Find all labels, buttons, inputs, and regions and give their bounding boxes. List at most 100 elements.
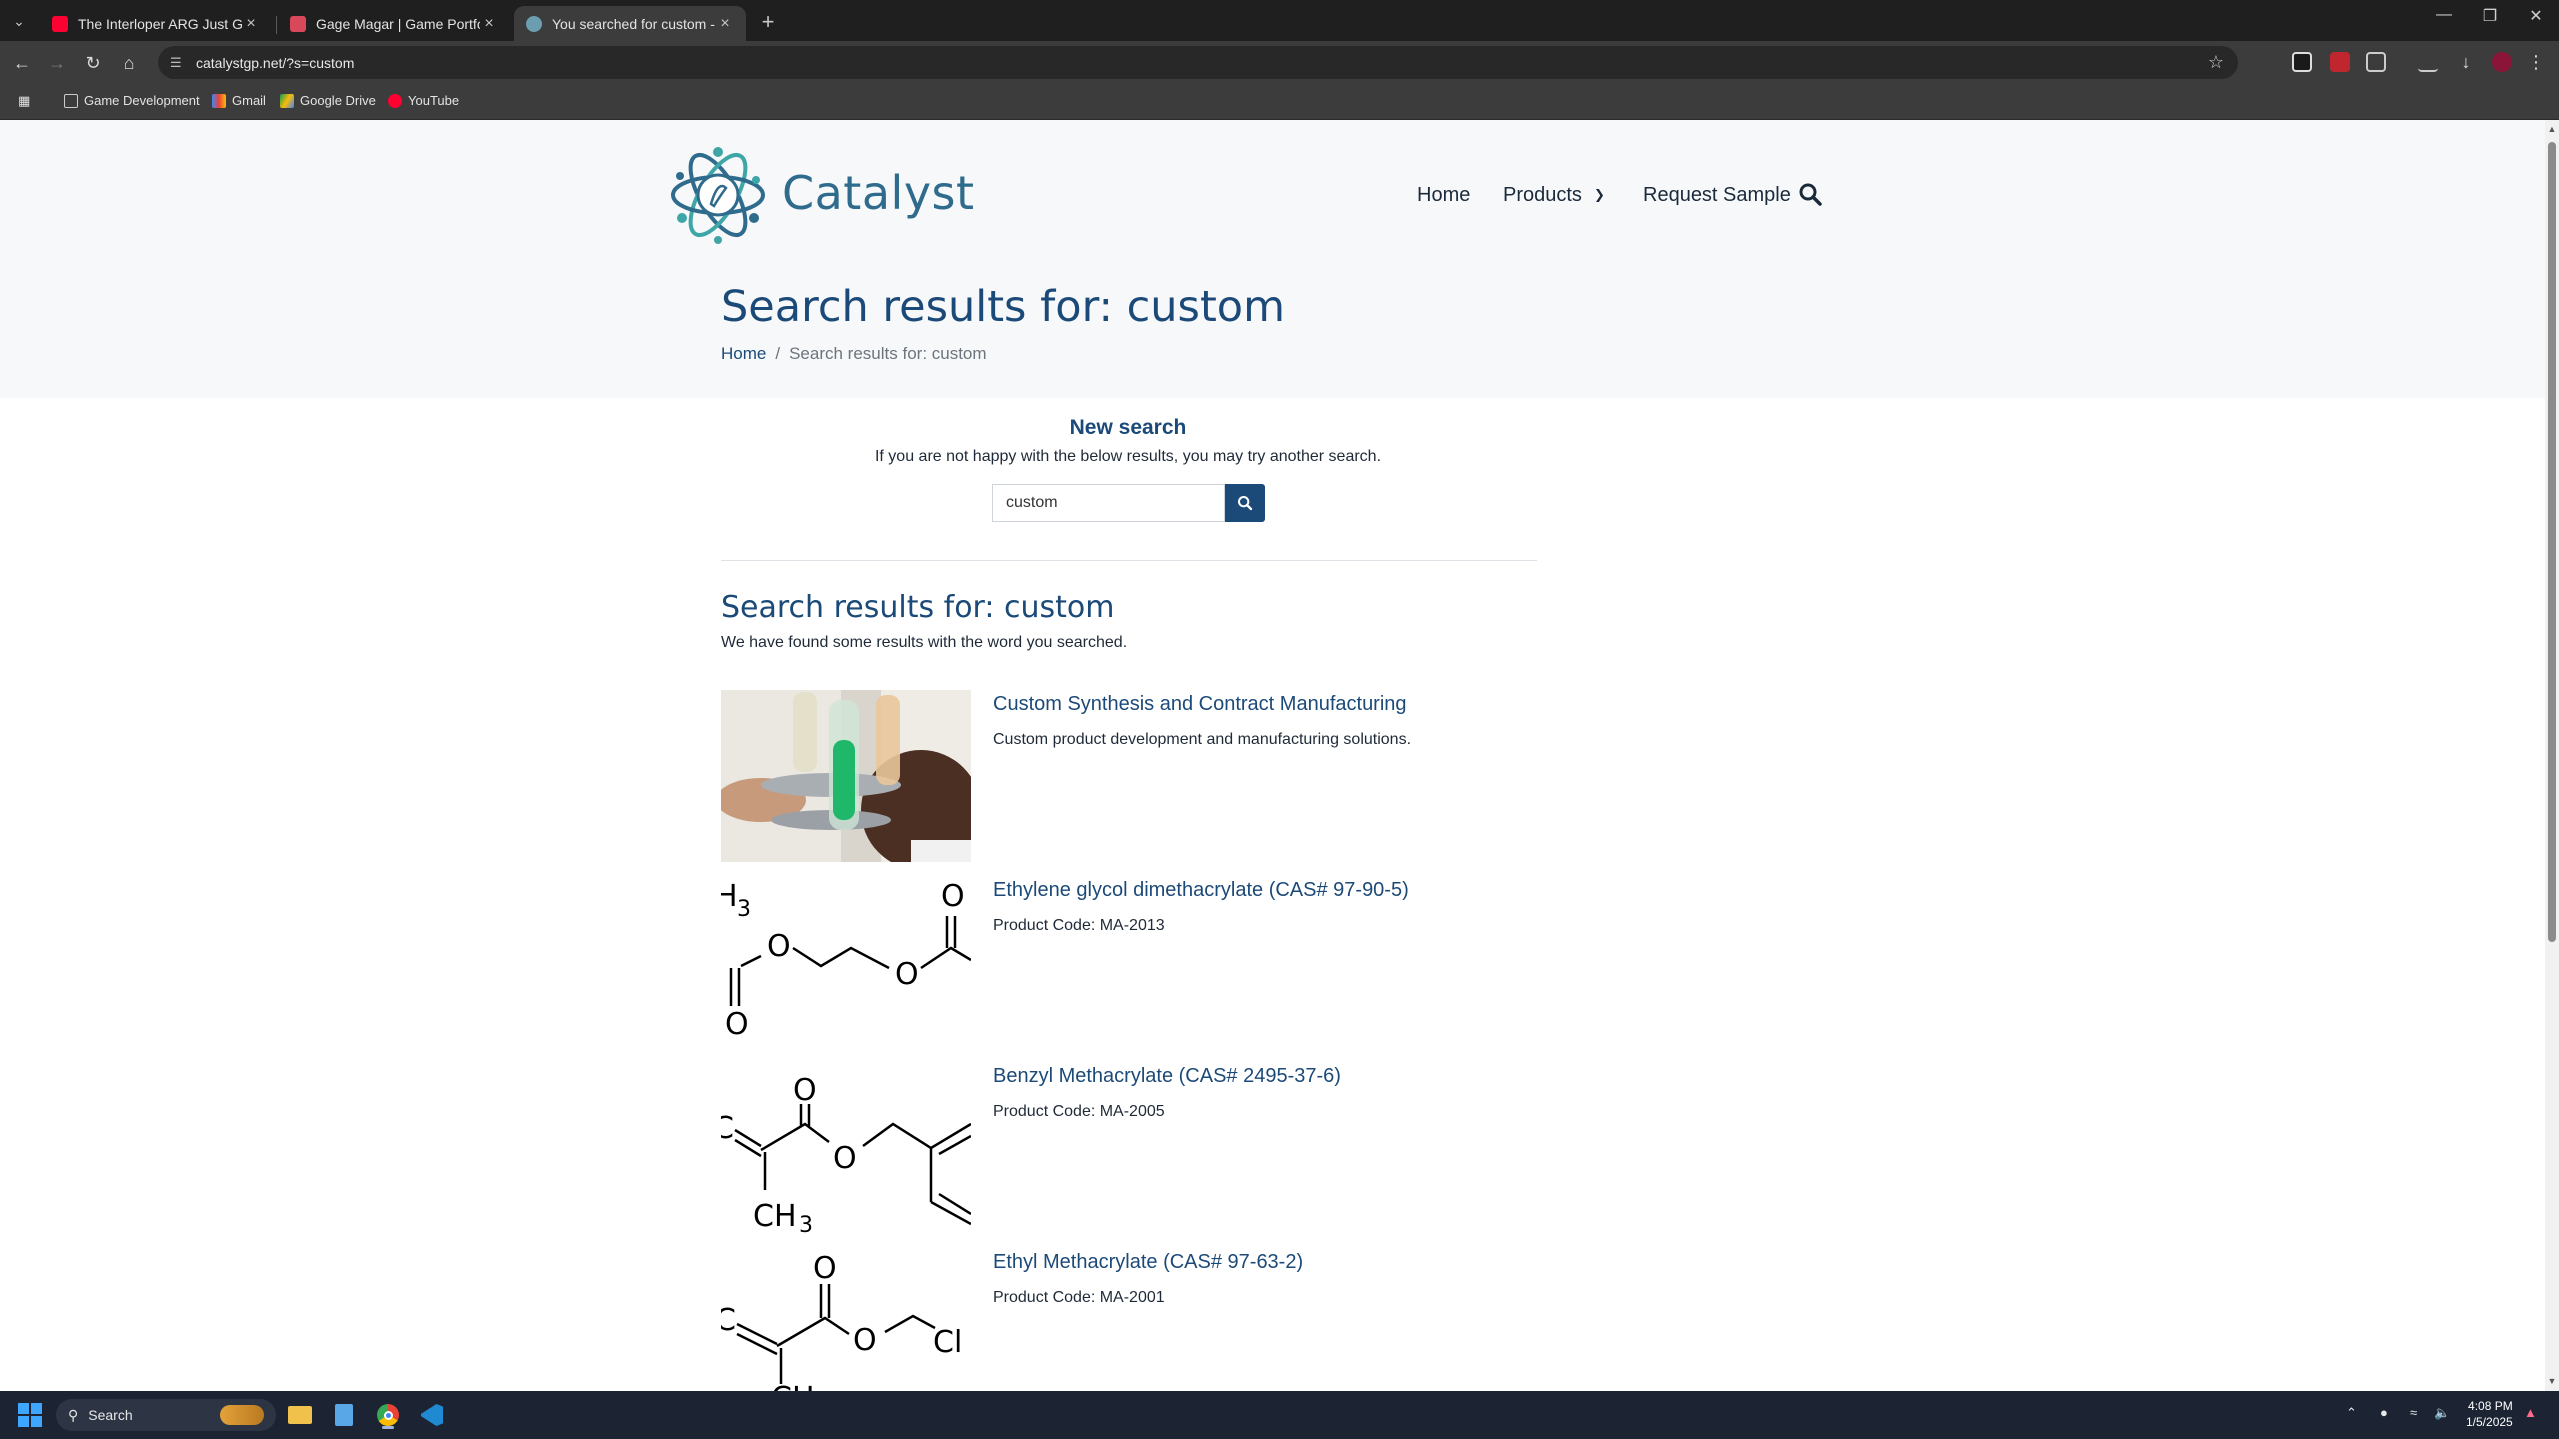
nav-home[interactable]: Home bbox=[1417, 184, 1470, 207]
forward-icon[interactable]: → bbox=[45, 51, 69, 75]
svg-text:CH: CH bbox=[771, 1381, 815, 1391]
youtube-favicon-icon bbox=[52, 15, 68, 32]
scroll-down-icon[interactable]: ▼ bbox=[2547, 1376, 2557, 1386]
result-title-link[interactable]: Ethyl Methacrylate (CAS# 97-63-2) bbox=[993, 1251, 1303, 1274]
logo-text[interactable]: Catalyst bbox=[782, 166, 975, 220]
result-title-link[interactable]: Custom Synthesis and Contract Manufactur… bbox=[993, 693, 1407, 716]
gmail-icon bbox=[212, 93, 226, 108]
wifi-icon[interactable]: ≈ bbox=[2410, 1405, 2417, 1420]
svg-text:O: O bbox=[793, 1073, 817, 1108]
result-description: Product Code: MA-2005 bbox=[993, 1103, 1165, 1120]
result-thumbnail-structure[interactable]: C O O CH 3 bbox=[721, 1062, 971, 1234]
svg-text:O: O bbox=[813, 1251, 837, 1286]
result-title-link[interactable]: Benzyl Methacrylate (CAS# 2495-37-6) bbox=[993, 1065, 1341, 1088]
address-bar-url[interactable]: catalystgp.net/?s=custom bbox=[196, 55, 354, 71]
extension-red-icon[interactable] bbox=[2330, 52, 2350, 72]
results-title: Search results for: custom bbox=[721, 590, 1115, 625]
close-tab-icon[interactable]: × bbox=[242, 15, 260, 33]
media-control-icon[interactable] bbox=[2418, 52, 2438, 72]
tab-search-icon[interactable]: ⌄ bbox=[8, 10, 30, 32]
search-submit-button[interactable] bbox=[1225, 484, 1265, 522]
search-input[interactable]: custom bbox=[992, 484, 1225, 522]
home-icon[interactable]: ⌂ bbox=[117, 51, 141, 75]
tab-title: You searched for custom - Cata... bbox=[552, 15, 716, 32]
youtube-icon bbox=[388, 93, 402, 108]
results-subtitle: We have found some results with the word… bbox=[721, 634, 1128, 651]
scroll-up-icon[interactable]: ▲ bbox=[2547, 124, 2557, 134]
svg-text:O: O bbox=[833, 1141, 857, 1176]
bookmark-label: Gmail bbox=[232, 93, 266, 108]
result-description: Product Code: MA-2001 bbox=[993, 1289, 1165, 1306]
breadcrumb-current: Search results for: custom bbox=[789, 344, 987, 363]
result-title-link[interactable]: Ethylene glycol dimethacrylate (CAS# 97-… bbox=[993, 879, 1409, 902]
search-icon bbox=[1238, 496, 1253, 511]
search-highlight-icon bbox=[220, 1405, 264, 1425]
profile-avatar-icon[interactable] bbox=[2492, 52, 2512, 72]
result-thumbnail-structure[interactable]: H3 O O O O bbox=[721, 876, 971, 1048]
windows-taskbar: ⚲ Search ⌃ ● ≈ 🔈 4:08 PM 1/5/2025 ▲ bbox=[0, 1391, 2559, 1439]
reload-icon[interactable]: ↻ bbox=[81, 51, 105, 75]
scrollbar-thumb[interactable] bbox=[2548, 142, 2556, 942]
close-tab-icon[interactable]: × bbox=[480, 15, 498, 33]
tray-overflow-icon[interactable]: ⌃ bbox=[2346, 1405, 2357, 1421]
result-thumbnail-structure[interactable]: C O O Cl CH bbox=[721, 1248, 971, 1391]
header-search-icon[interactable] bbox=[1798, 182, 1822, 206]
new-search-text: If you are not happy with the below resu… bbox=[874, 448, 1382, 465]
apps-grid-icon[interactable]: ▦ bbox=[18, 93, 30, 109]
browser-tab-3-active[interactable]: You searched for custom - Cata... × bbox=[514, 6, 746, 41]
search-result-item: H3 O O O O Ethylene glycol dimethacrylat… bbox=[721, 876, 1621, 1048]
restore-icon[interactable]: ❐ bbox=[2470, 6, 2510, 26]
search-result-item: Custom Synthesis and Contract Manufactur… bbox=[721, 690, 1621, 862]
taskbar-search[interactable]: ⚲ Search bbox=[56, 1399, 276, 1431]
folder-icon bbox=[64, 93, 78, 108]
start-button[interactable] bbox=[14, 1399, 46, 1431]
bookmark-gmail[interactable]: Gmail bbox=[212, 93, 266, 108]
bookmark-star-icon[interactable]: ☆ bbox=[2208, 52, 2224, 73]
vscode-icon[interactable] bbox=[416, 1399, 448, 1431]
address-bar[interactable]: ☰ catalystgp.net/?s=custom ☆ bbox=[158, 46, 2238, 79]
back-icon[interactable]: ← bbox=[10, 51, 34, 75]
discord-tray-icon[interactable]: ● bbox=[2380, 1405, 2388, 1420]
bookmark-label: Game Development bbox=[84, 93, 200, 108]
svg-text:3: 3 bbox=[799, 1213, 813, 1234]
svg-text:Cl: Cl bbox=[933, 1325, 962, 1360]
svg-text:O: O bbox=[895, 957, 919, 992]
nav-products[interactable]: Products ❯ bbox=[1503, 184, 1605, 207]
tab-divider bbox=[276, 16, 277, 34]
system-clock[interactable]: 4:08 PM 1/5/2025 bbox=[2466, 1398, 2513, 1430]
svg-text:CH: CH bbox=[753, 1199, 797, 1234]
browser-tab-2[interactable]: Gage Magar | Game Portfolio × bbox=[278, 6, 510, 41]
breadcrumb: Home / Search results for: custom bbox=[721, 344, 987, 364]
site-info-icon[interactable]: ☰ bbox=[170, 55, 186, 71]
bookmark-youtube[interactable]: YouTube bbox=[388, 93, 459, 108]
taskbar-search-label: Search bbox=[88, 1407, 133, 1423]
close-tab-icon[interactable]: × bbox=[716, 15, 734, 33]
new-tab-icon[interactable]: + bbox=[756, 9, 780, 35]
bookmark-game-development[interactable]: Game Development bbox=[64, 93, 200, 108]
result-thumbnail-lab-photo[interactable] bbox=[721, 690, 971, 862]
volume-icon[interactable]: 🔈 bbox=[2434, 1405, 2450, 1421]
search-result-item: C O O CH 3 Benzyl Methacrylate (CAS# 2495… bbox=[721, 1062, 1621, 1234]
catalyst-logo-icon[interactable] bbox=[668, 140, 768, 250]
browser-toolbar: ← → ↻ ⌂ ☰ catalystgp.net/?s=custom ☆ ↓ ⋮ bbox=[0, 41, 2559, 84]
notepad-icon[interactable] bbox=[328, 1399, 360, 1431]
bookmark-google-drive[interactable]: Google Drive bbox=[280, 93, 376, 108]
bookmark-label: YouTube bbox=[408, 93, 460, 108]
breadcrumb-home-link[interactable]: Home bbox=[721, 344, 766, 363]
web-page: Catalyst Home Products ❯ Request Sample S… bbox=[0, 120, 2545, 1391]
window-close-icon[interactable]: ✕ bbox=[2516, 6, 2556, 26]
nav-request-sample[interactable]: Request Sample bbox=[1643, 184, 1791, 207]
file-explorer-icon[interactable] bbox=[284, 1399, 316, 1431]
notification-bell-icon[interactable]: ▲ bbox=[2524, 1405, 2537, 1420]
extensions-puzzle-icon[interactable] bbox=[2366, 52, 2386, 72]
downloads-icon[interactable]: ↓ bbox=[2456, 52, 2476, 72]
minimize-icon[interactable]: — bbox=[2424, 6, 2464, 24]
browser-menu-icon[interactable]: ⋮ bbox=[2526, 52, 2546, 72]
extension-m-icon[interactable] bbox=[2292, 52, 2312, 72]
search-icon: ⚲ bbox=[68, 1406, 79, 1423]
active-indicator bbox=[382, 1426, 394, 1429]
tab-title: Gage Magar | Game Portfolio bbox=[316, 15, 480, 32]
page-scrollbar[interactable]: ▲ ▼ bbox=[2545, 120, 2559, 1391]
chrome-icon[interactable] bbox=[372, 1399, 404, 1431]
browser-tab-1[interactable]: The Interloper ARG Just Got M... × bbox=[40, 6, 272, 41]
